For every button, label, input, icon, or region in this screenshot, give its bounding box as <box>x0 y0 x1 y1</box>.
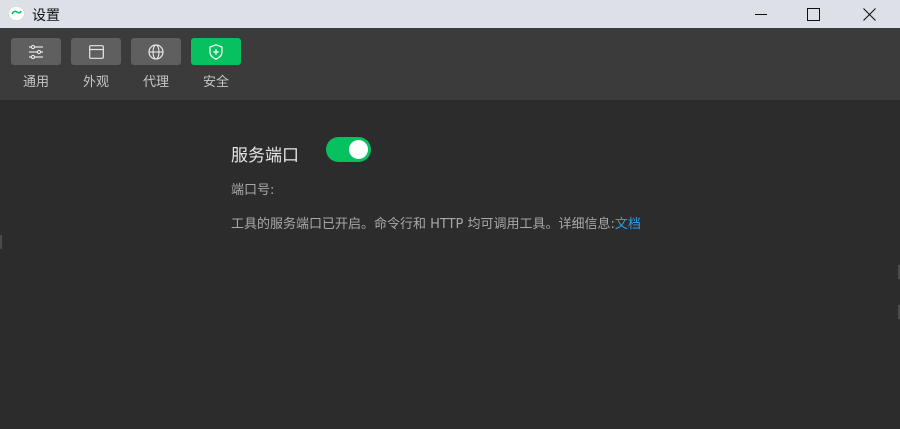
tab-security[interactable]: 安全 <box>191 38 241 90</box>
docs-link[interactable]: 文档 <box>615 217 641 232</box>
title-bar: 设置 <box>0 0 900 28</box>
description-text: 工具的服务端口已开启。命令行和 HTTP 均可调用工具。详细信息: <box>231 217 615 232</box>
close-button[interactable] <box>846 0 892 28</box>
minimize-icon <box>755 14 767 15</box>
toggle-knob <box>349 140 368 159</box>
service-port-title: 服务端口 <box>231 146 299 166</box>
tab-general-label: 通用 <box>22 75 49 90</box>
tab-general[interactable]: 通用 <box>11 38 61 90</box>
tab-appearance-label: 外观 <box>82 75 109 90</box>
maximize-button[interactable] <box>790 0 836 28</box>
window-title: 设置 <box>32 8 60 24</box>
tab-proxy-label: 代理 <box>142 75 169 90</box>
window-icon <box>88 44 104 59</box>
minimize-button[interactable] <box>738 0 784 28</box>
sliders-icon <box>29 44 43 59</box>
tab-appearance[interactable]: 外观 <box>71 38 121 90</box>
tab-security-label: 安全 <box>202 75 229 90</box>
port-number-label: 端口号: <box>231 183 275 198</box>
globe-icon <box>148 43 164 60</box>
settings-toolbar: 通用 外观 代理 安全 <box>0 28 900 100</box>
app-logo-icon <box>8 6 25 21</box>
service-port-toggle[interactable] <box>326 137 371 162</box>
tab-proxy-button[interactable] <box>131 38 181 65</box>
tab-general-button[interactable] <box>11 38 61 65</box>
tab-appearance-button[interactable] <box>71 38 121 65</box>
divider <box>0 235 2 249</box>
shield-icon <box>209 43 223 60</box>
close-icon <box>862 7 876 21</box>
tab-security-button[interactable] <box>191 38 241 65</box>
maximize-icon <box>806 7 820 21</box>
tab-proxy[interactable]: 代理 <box>131 38 181 90</box>
security-settings-panel: 服务端口 端口号: 工具的服务端口已开启。命令行和 HTTP 均可调用工具。详细… <box>0 100 900 429</box>
service-port-description: 工具的服务端口已开启。命令行和 HTTP 均可调用工具。详细信息:文档 <box>231 213 641 232</box>
